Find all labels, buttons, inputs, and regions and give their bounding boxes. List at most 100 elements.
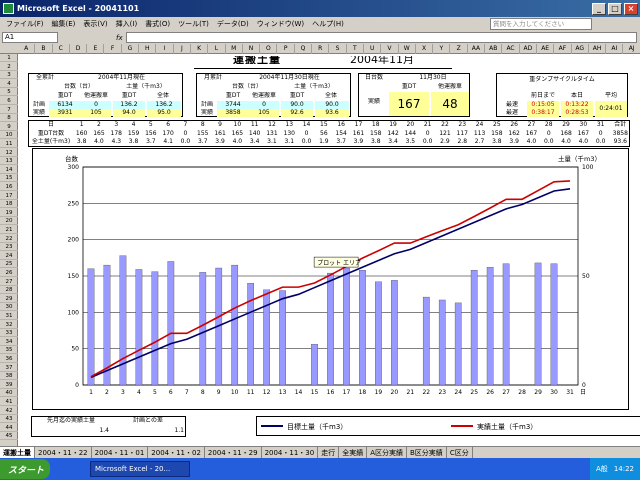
column-header[interactable]: A xyxy=(18,44,36,54)
sheet-tab[interactable]: B区分実績 xyxy=(407,446,447,459)
row-header[interactable]: 20 xyxy=(0,217,18,226)
function-icon[interactable]: fx xyxy=(116,34,123,42)
row-header[interactable]: 15 xyxy=(0,174,18,183)
column-header[interactable]: G xyxy=(122,44,140,54)
row-header[interactable]: 45 xyxy=(0,432,18,441)
column-header[interactable]: AB xyxy=(485,44,503,54)
row-header[interactable]: 6 xyxy=(0,97,18,105)
row-header[interactable]: 17 xyxy=(0,192,18,200)
sheet-tab[interactable]: 運搬土量 xyxy=(0,446,35,459)
sheet-tab[interactable]: 2004・11・02 xyxy=(148,446,205,459)
row-header[interactable]: 22 xyxy=(0,235,18,243)
row-header[interactable]: 34 xyxy=(0,338,18,346)
row-header[interactable]: 39 xyxy=(0,381,18,389)
column-header[interactable]: AH xyxy=(589,44,607,54)
help-search-input[interactable]: 質問を入力してください xyxy=(490,18,592,30)
row-header[interactable]: 38 xyxy=(0,372,18,381)
taskbar-excel-item[interactable]: Microsoft Excel - 20... xyxy=(90,461,190,477)
row-header[interactable]: 43 xyxy=(0,415,18,424)
column-header[interactable]: Z xyxy=(451,44,468,54)
sheet-tab[interactable]: 2004・11・29 xyxy=(205,446,262,459)
menu-item[interactable]: 挿入(I) xyxy=(112,19,142,29)
column-header[interactable]: Y xyxy=(433,44,451,54)
row-header[interactable]: 26 xyxy=(0,269,18,277)
column-header[interactable]: O xyxy=(260,44,278,54)
column-header[interactable]: N xyxy=(243,44,261,54)
row-header[interactable]: 24 xyxy=(0,252,18,260)
column-header[interactable]: V xyxy=(381,44,399,54)
column-header[interactable]: AF xyxy=(554,44,572,54)
minimize-button[interactable]: _ xyxy=(592,2,606,15)
row-header[interactable]: 31 xyxy=(0,312,18,320)
row-header[interactable]: 3 xyxy=(0,71,18,80)
formula-input[interactable] xyxy=(125,32,637,43)
worksheet[interactable]: 運搬土量 2004年11月 全累計 2004年11月現在 台数（台） 土量（千m… xyxy=(18,54,640,458)
row-header[interactable]: 7 xyxy=(0,106,18,114)
column-header[interactable]: AA xyxy=(468,44,486,54)
row-header[interactable]: 35 xyxy=(0,346,18,355)
column-header[interactable]: B xyxy=(35,44,53,54)
row-header[interactable]: 2 xyxy=(0,63,18,71)
sheet-tab[interactable]: 2004・11・01 xyxy=(92,446,149,459)
sheet-tab[interactable]: 全実績 xyxy=(339,446,368,459)
column-header[interactable]: S xyxy=(329,44,347,54)
row-header[interactable]: 29 xyxy=(0,295,18,303)
close-button[interactable]: × xyxy=(624,2,638,15)
maximize-button[interactable]: □ xyxy=(608,2,622,15)
row-header[interactable]: 32 xyxy=(0,321,18,329)
column-header[interactable]: D xyxy=(70,44,88,54)
column-header[interactable]: I xyxy=(156,44,174,54)
row-header[interactable]: 11 xyxy=(0,140,18,148)
column-header[interactable]: H xyxy=(139,44,157,54)
sheet-tab[interactable]: 走行 xyxy=(318,446,340,459)
row-header[interactable]: 30 xyxy=(0,303,18,312)
row-header[interactable]: 8 xyxy=(0,114,18,123)
row-header[interactable]: 42 xyxy=(0,407,18,415)
column-header[interactable]: F xyxy=(105,44,122,54)
column-header[interactable]: Q xyxy=(295,44,313,54)
column-header[interactable]: AC xyxy=(502,44,520,54)
column-header[interactable]: AJ xyxy=(624,44,640,54)
row-header[interactable]: 9 xyxy=(0,123,18,131)
row-header[interactable]: 16 xyxy=(0,183,18,191)
column-header[interactable]: T xyxy=(347,44,364,54)
row-header[interactable]: 12 xyxy=(0,149,18,157)
column-header[interactable]: AI xyxy=(606,44,624,54)
row-header[interactable]: 37 xyxy=(0,364,18,372)
sheet-tab[interactable]: 2004・11・30 xyxy=(262,446,319,459)
menu-item[interactable]: ファイル(F) xyxy=(2,19,48,29)
sheet-tab[interactable]: A区分実績 xyxy=(367,446,407,459)
column-header[interactable]: U xyxy=(364,44,382,54)
column-header[interactable]: W xyxy=(399,44,416,54)
column-header[interactable]: L xyxy=(208,44,226,54)
row-header[interactable]: 40 xyxy=(0,389,18,398)
row-header[interactable]: 1 xyxy=(0,54,18,62)
row-header[interactable]: 41 xyxy=(0,398,18,406)
column-header[interactable]: X xyxy=(416,44,434,54)
column-header[interactable]: K xyxy=(191,44,209,54)
column-header[interactable]: M xyxy=(226,44,243,54)
row-header[interactable]: 19 xyxy=(0,209,18,217)
column-header[interactable]: E xyxy=(87,44,105,54)
column-header[interactable]: J xyxy=(174,44,191,54)
chart-legend[interactable]: 目標土量（千m3） 実績土量（千m3） xyxy=(256,416,640,436)
row-header[interactable]: 25 xyxy=(0,260,18,269)
row-header[interactable]: 23 xyxy=(0,243,18,252)
column-header[interactable]: C xyxy=(53,44,70,54)
column-header[interactable]: AD xyxy=(520,44,537,54)
menu-item[interactable]: ツール(T) xyxy=(174,19,213,29)
menu-item[interactable]: 編集(E) xyxy=(48,19,80,29)
name-box[interactable]: A1 xyxy=(2,32,58,43)
row-header[interactable]: 27 xyxy=(0,278,18,286)
row-header[interactable]: 36 xyxy=(0,355,18,363)
ime-indicator[interactable]: A般 xyxy=(596,464,608,474)
column-header[interactable]: P xyxy=(278,44,295,54)
row-header[interactable]: 10 xyxy=(0,131,18,140)
column-header[interactable]: AE xyxy=(537,44,555,54)
row-header[interactable]: 28 xyxy=(0,286,18,295)
menu-item[interactable]: データ(D) xyxy=(213,19,253,29)
menu-item[interactable]: ウィンドウ(W) xyxy=(253,19,308,29)
row-header[interactable]: 21 xyxy=(0,226,18,234)
row-header[interactable]: 33 xyxy=(0,329,18,338)
row-header[interactable]: 18 xyxy=(0,200,18,209)
